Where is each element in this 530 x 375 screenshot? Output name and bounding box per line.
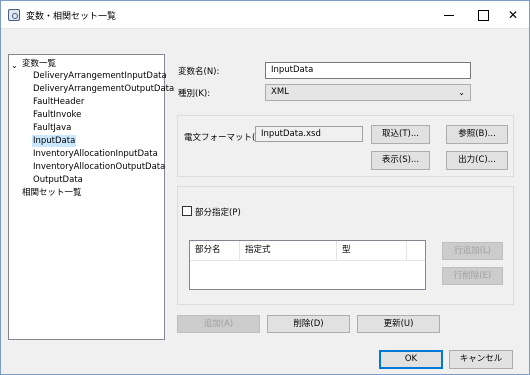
- ok-button[interactable]: OK: [379, 350, 443, 369]
- partial-label: 部分指定(P): [195, 208, 241, 218]
- tree-root-correlation-sets[interactable]: 相関セット一覧: [22, 187, 82, 199]
- table-header-divider: [190, 260, 425, 261]
- table-header-type: 型: [337, 241, 407, 260]
- delete-button[interactable]: 削除(D): [267, 315, 350, 333]
- dialog-window: 変数・相関セット一覧 ✕ ⌄ 変数一覧 DeliveryArrangementI…: [0, 0, 530, 375]
- title-bar: 変数・相関セット一覧 ✕: [1, 1, 529, 29]
- delete-row-button[interactable]: 行削除(E): [442, 267, 503, 285]
- partial-checkbox[interactable]: [182, 206, 192, 216]
- tree-item[interactable]: DeliveryArrangementOutputData: [33, 83, 174, 95]
- tree-item[interactable]: FaultJava: [33, 122, 71, 134]
- type-select[interactable]: XML ⌄: [265, 84, 471, 101]
- chevron-down-icon: ⌄: [458, 88, 465, 97]
- tree-item[interactable]: OutputData: [33, 174, 83, 186]
- update-button[interactable]: 更新(U): [357, 315, 440, 333]
- tree-item[interactable]: InventoryAllocationInputData: [33, 148, 158, 160]
- table-header-expression: 指定式: [240, 241, 337, 260]
- var-name-label: 変数名(N):: [178, 67, 220, 77]
- import-button[interactable]: 取込(T)...: [371, 125, 430, 144]
- chevron-down-icon[interactable]: ⌄: [11, 61, 18, 70]
- reference-button[interactable]: 参照(B)...: [446, 125, 508, 144]
- tree-item-selected[interactable]: InputData: [32, 135, 77, 147]
- output-button[interactable]: 出力(C)...: [446, 151, 508, 170]
- table-header-part-name: 部分名: [190, 241, 240, 260]
- show-button[interactable]: 表示(S)...: [371, 151, 430, 170]
- app-icon: [8, 9, 20, 21]
- tree-item[interactable]: FaultInvoke: [33, 109, 81, 121]
- tree-item[interactable]: DeliveryArrangementInputData: [33, 70, 167, 82]
- add-row-button[interactable]: 行追加(L): [442, 242, 503, 260]
- partial-table[interactable]: 部分名 指定式 型: [189, 240, 426, 290]
- cancel-button[interactable]: キャンセル: [449, 350, 513, 369]
- tree-root-variables[interactable]: 変数一覧: [22, 58, 56, 70]
- type-select-value: XML: [271, 87, 289, 97]
- tree-item[interactable]: InventoryAllocationOutputData: [33, 161, 165, 173]
- window-title: 変数・相関セット一覧: [26, 12, 117, 22]
- tree-item[interactable]: FaultHeader: [33, 96, 84, 108]
- format-input[interactable]: InputData.xsd: [255, 126, 363, 142]
- var-name-input[interactable]: InputData: [265, 62, 471, 79]
- type-label: 種別(K):: [178, 89, 211, 99]
- variable-tree[interactable]: ⌄ 変数一覧 DeliveryArrangementInputData Deli…: [8, 54, 174, 340]
- add-button[interactable]: 追加(A): [177, 315, 260, 333]
- close-button[interactable]: ✕: [493, 1, 530, 29]
